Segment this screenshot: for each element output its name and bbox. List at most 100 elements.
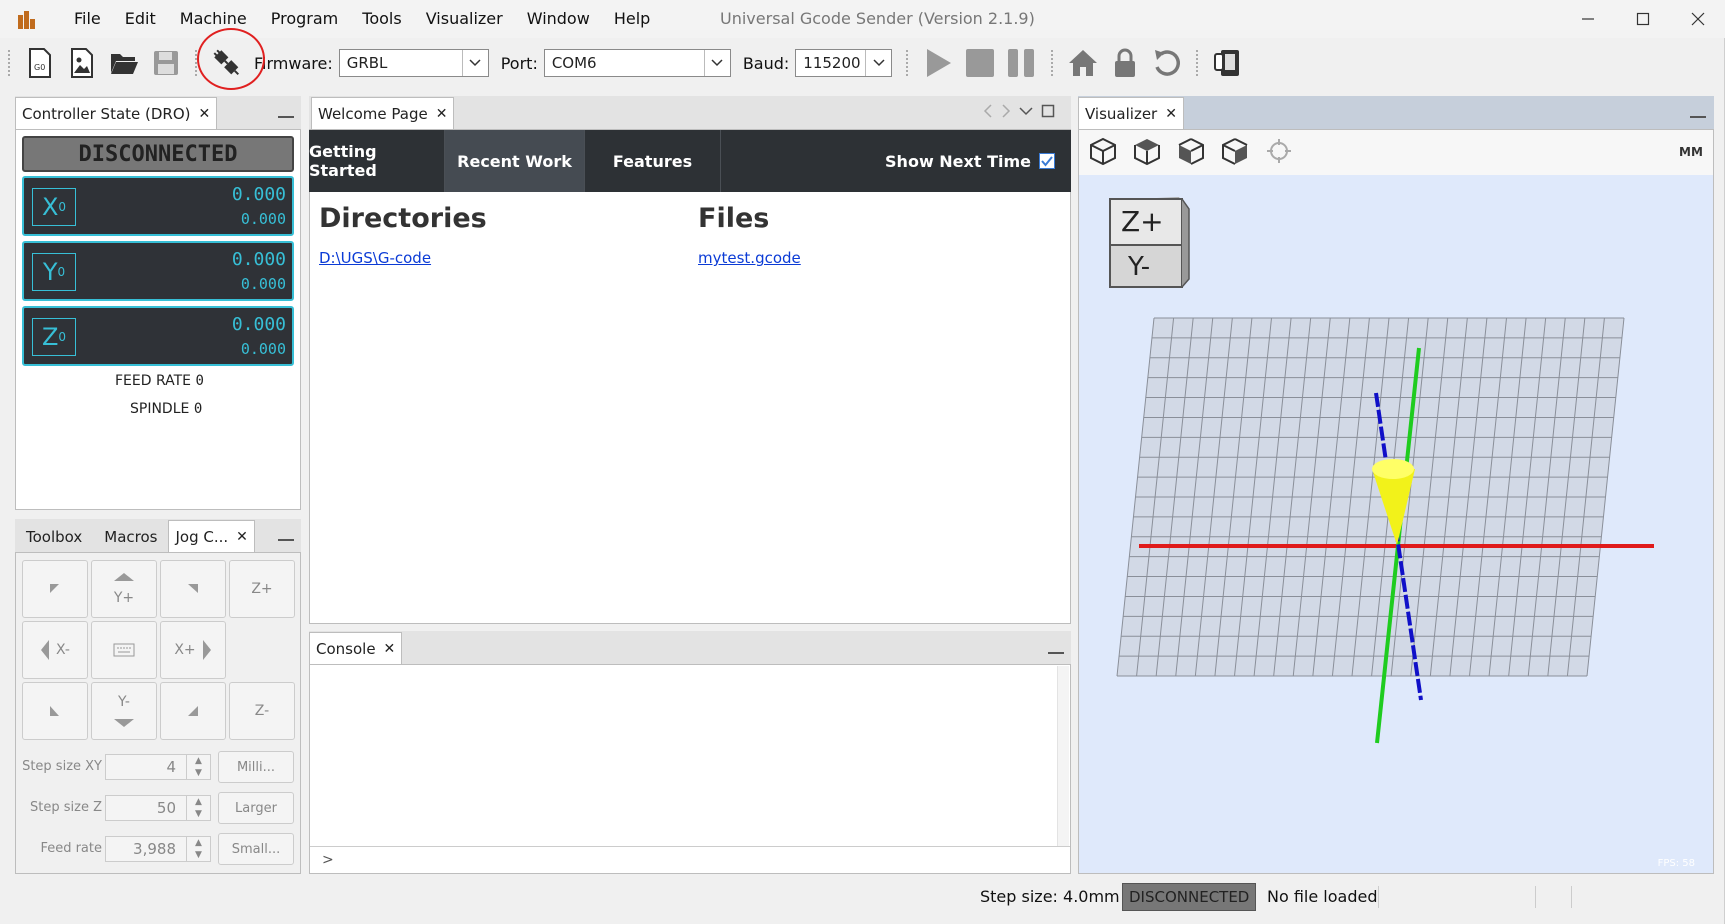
smaller-button[interactable]: Small...: [218, 833, 294, 865]
directory-link[interactable]: D:\UGS\G-code: [319, 249, 431, 267]
feed-rate-spinner[interactable]: 3,988 ▲ ▼: [105, 836, 211, 862]
unlock-icon[interactable]: [1107, 45, 1143, 81]
axis-x-sub: 0: [58, 200, 67, 214]
open-folder-icon[interactable]: [106, 45, 142, 81]
chevron-down-icon[interactable]: [1019, 106, 1033, 116]
zero-y-button[interactable]: Y0: [32, 253, 76, 291]
axis-y-row: Y0 0.000 0.000: [22, 241, 294, 301]
console-scrollbar[interactable]: [1057, 666, 1069, 846]
tab-console[interactable]: Console ✕: [309, 632, 403, 664]
baud-select[interactable]: 115200: [795, 49, 893, 77]
jog-y-plus-button[interactable]: Y+: [91, 560, 157, 618]
spinner-arrows-icon[interactable]: ▲ ▼: [186, 837, 210, 861]
tab-jog[interactable]: Jog C... ✕: [168, 520, 255, 552]
tab-jog-label: Jog C...: [175, 527, 229, 546]
maximize-panel-icon[interactable]: [1041, 104, 1055, 118]
chevron-right-icon[interactable]: [1001, 104, 1011, 118]
menu-help[interactable]: Help: [602, 0, 662, 38]
minimize-icon[interactable]: [1560, 0, 1615, 38]
stop-icon[interactable]: [962, 45, 998, 81]
image-file-icon[interactable]: [64, 45, 100, 81]
status-bar: Step size: 4.0mm DISCONNECTED No file lo…: [0, 879, 1725, 914]
view-top-icon[interactable]: [1132, 136, 1162, 166]
jog-z-plus-button[interactable]: Z+: [229, 560, 295, 618]
close-icon[interactable]: ✕: [384, 641, 396, 657]
menu-edit[interactable]: Edit: [113, 0, 168, 38]
close-icon[interactable]: ✕: [436, 106, 448, 122]
spinner-arrows-icon[interactable]: ▲ ▼: [186, 796, 210, 820]
axis-y-sub: 0: [57, 265, 66, 279]
show-next-time-checkbox[interactable]: [1039, 153, 1055, 169]
jog-x-minus-y-minus-button[interactable]: [22, 682, 88, 740]
close-icon[interactable]: [1670, 0, 1725, 38]
reset-icon[interactable]: [1149, 45, 1185, 81]
soft-reset-icon[interactable]: [1210, 45, 1246, 81]
jog-z-minus-button[interactable]: Z-: [229, 682, 295, 740]
port-select[interactable]: COM6: [543, 49, 731, 77]
minimize-panel-icon[interactable]: [1690, 116, 1706, 118]
jog-x-plus-y-plus-button[interactable]: [160, 560, 226, 618]
tab-toolbox[interactable]: Toolbox: [15, 520, 93, 552]
close-icon[interactable]: ✕: [199, 106, 211, 122]
pause-icon[interactable]: [1004, 45, 1040, 81]
step-xy-spinner[interactable]: 4 ▲ ▼: [105, 754, 211, 780]
tab-macros[interactable]: Macros: [93, 520, 168, 552]
show-next-time-toggle[interactable]: Show Next Time: [721, 130, 1071, 192]
firmware-select[interactable]: GRBL: [338, 49, 489, 77]
tab-welcome-label: Welcome Page: [318, 104, 428, 123]
minimize-panel-icon[interactable]: [278, 116, 294, 118]
spinner-arrows-icon[interactable]: ▲ ▼: [186, 755, 210, 779]
toolbar-grip: [1196, 50, 1199, 76]
play-icon[interactable]: [920, 45, 956, 81]
axis-y-name: Y: [42, 258, 58, 286]
title-bar: File Edit Machine Program Tools Visualiz…: [0, 0, 1725, 38]
close-icon[interactable]: ✕: [1165, 106, 1177, 122]
rotate-view-icon[interactable]: [1264, 136, 1294, 166]
jog-x-plus-y-minus-button[interactable]: [160, 682, 226, 740]
nav-recent-work[interactable]: Recent Work: [445, 130, 585, 192]
chevron-left-icon[interactable]: [983, 104, 993, 118]
home-icon[interactable]: [1065, 45, 1101, 81]
step-size-status: Step size: 4.0mm: [980, 887, 1120, 906]
arrow-down-right-icon: [188, 706, 198, 716]
file-link[interactable]: mytest.gcode: [698, 249, 801, 267]
step-z-spinner[interactable]: 50 ▲ ▼: [105, 795, 211, 821]
tab-dro[interactable]: Controller State (DRO) ✕: [15, 97, 218, 129]
minimize-panel-icon[interactable]: [278, 539, 294, 541]
jog-y-minus-button[interactable]: Y-: [91, 682, 157, 740]
view-iso-icon[interactable]: [1088, 136, 1118, 166]
menu-program[interactable]: Program: [259, 0, 351, 38]
gcode-file-icon[interactable]: G0: [22, 45, 58, 81]
zero-x-button[interactable]: X0: [32, 188, 76, 226]
jog-x-minus-label: X-: [56, 642, 70, 658]
close-icon[interactable]: ✕: [236, 529, 248, 545]
tab-visualizer[interactable]: Visualizer ✕: [1078, 97, 1184, 129]
save-icon[interactable]: [148, 45, 184, 81]
view-front-icon[interactable]: [1220, 136, 1250, 166]
jog-tabstrip: Toolbox Macros Jog C... ✕: [15, 519, 301, 553]
menu-visualizer[interactable]: Visualizer: [414, 0, 515, 38]
menu-file[interactable]: File: [62, 0, 113, 38]
menu-window[interactable]: Window: [515, 0, 602, 38]
nav-features[interactable]: Features: [585, 130, 721, 192]
visualizer-canvas[interactable]: Z+ Y- FPS: 58: [1079, 175, 1713, 873]
maximize-icon[interactable]: [1615, 0, 1670, 38]
units-indicator: MM: [1679, 145, 1703, 159]
tab-welcome[interactable]: Welcome Page ✕: [311, 97, 455, 129]
status-separator: [1571, 885, 1572, 908]
console-input[interactable]: >: [310, 846, 1070, 873]
menu-bar: File Edit Machine Program Tools Visualiz…: [62, 0, 662, 38]
jog-x-minus-button[interactable]: X-: [22, 621, 88, 679]
baud-label: Baud:: [742, 53, 790, 73]
keyboard-jog-button[interactable]: [91, 621, 157, 679]
jog-x-plus-button[interactable]: X+: [160, 621, 226, 679]
minimize-panel-icon[interactable]: [1048, 652, 1064, 654]
tab-visualizer-label: Visualizer: [1085, 104, 1158, 123]
menu-tools[interactable]: Tools: [350, 0, 413, 38]
zero-z-button[interactable]: Z0: [32, 318, 76, 356]
units-button[interactable]: Milli...: [218, 751, 294, 783]
larger-button[interactable]: Larger: [218, 792, 294, 824]
jog-x-minus-y-plus-button[interactable]: [22, 560, 88, 618]
view-left-icon[interactable]: [1176, 136, 1206, 166]
nav-getting-started[interactable]: Getting Started: [309, 130, 445, 192]
